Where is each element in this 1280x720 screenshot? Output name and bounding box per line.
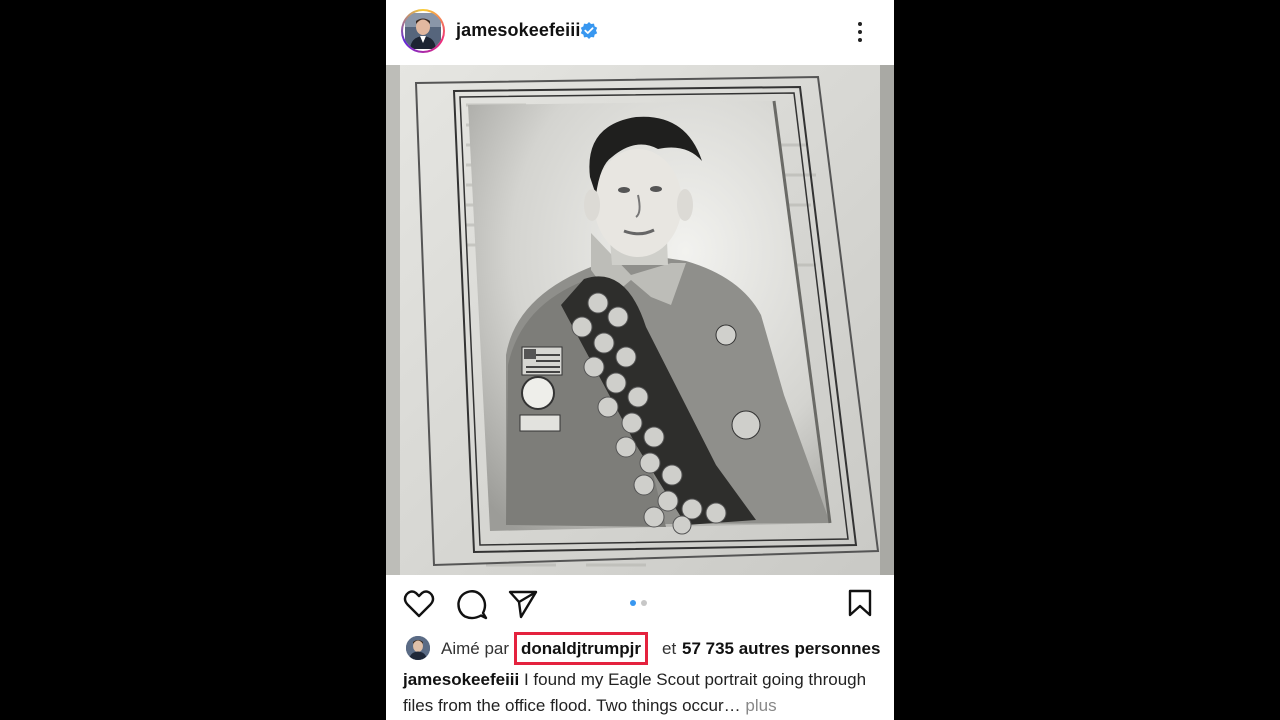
comment-icon[interactable] bbox=[456, 589, 488, 621]
likes-row: Aimé par donaldjtrumpjr et 57 735 autres… bbox=[403, 632, 883, 665]
others-count[interactable]: 57 735 autres personnes bbox=[682, 639, 880, 659]
liker-avatar[interactable] bbox=[406, 636, 430, 660]
caption-username[interactable]: jamesokeefeiii bbox=[403, 670, 519, 689]
more-options-icon[interactable] bbox=[856, 20, 864, 44]
post-photo[interactable] bbox=[386, 65, 894, 575]
carousel-dot-active bbox=[630, 600, 636, 606]
heart-icon[interactable] bbox=[403, 589, 435, 619]
post-header: jamesokeefeiii bbox=[386, 0, 894, 64]
post-username[interactable]: jamesokeefeiii bbox=[456, 20, 580, 41]
profile-avatar[interactable] bbox=[401, 9, 445, 53]
post-caption: jamesokeefeiii I found my Eagle Scout po… bbox=[403, 667, 883, 719]
verified-badge-icon bbox=[580, 22, 598, 39]
instagram-post: jamesokeefeiii Aimé par donaldjtrumpjr e… bbox=[386, 0, 894, 720]
carousel-dot bbox=[641, 600, 647, 606]
and-label: et bbox=[662, 639, 677, 658]
send-icon[interactable] bbox=[508, 589, 538, 619]
liker-username[interactable]: donaldjtrumpjr bbox=[514, 632, 648, 665]
liked-by-label: Aimé par bbox=[441, 639, 510, 658]
caption-more-link[interactable]: plus bbox=[745, 696, 776, 715]
post-actions-bar bbox=[386, 580, 894, 626]
bookmark-icon[interactable] bbox=[848, 589, 872, 617]
